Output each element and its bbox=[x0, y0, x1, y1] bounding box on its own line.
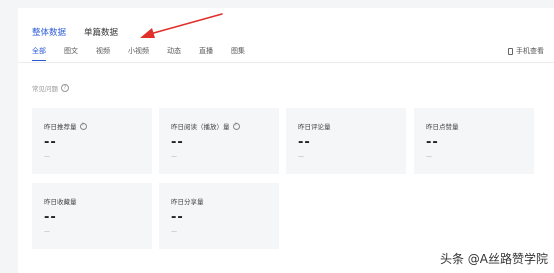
card-comments: 昨日评论量 -- — bbox=[286, 108, 406, 174]
card-label: 昨日收藏量 bbox=[44, 198, 77, 206]
card-value: -- bbox=[171, 210, 184, 225]
card-comparison: — bbox=[44, 153, 50, 160]
card-label: 昨日推荐量 bbox=[44, 123, 77, 131]
tab-video[interactable]: 视频 bbox=[96, 46, 110, 61]
tab-moments[interactable]: 动态 bbox=[167, 46, 181, 61]
card-favorites: 昨日收藏量 -- — bbox=[32, 183, 152, 249]
card-label: 昨日评论量 bbox=[298, 123, 331, 131]
card-label: 昨日分享量 bbox=[171, 198, 204, 206]
tab-live[interactable]: 直播 bbox=[199, 46, 213, 61]
tab-gallery[interactable]: 图集 bbox=[231, 46, 245, 61]
card-value: -- bbox=[298, 135, 311, 150]
card-value: -- bbox=[44, 135, 57, 150]
card-comparison: — bbox=[44, 228, 50, 235]
card-comparison: — bbox=[298, 153, 304, 160]
tab-all[interactable]: 全部 bbox=[32, 46, 46, 61]
data-panel: 整体数据 单篇数据 全部 图文 视频 小视频 动态 直播 图集 手机查看 常见问… bbox=[18, 8, 554, 273]
card-value: -- bbox=[171, 135, 184, 150]
help-icon[interactable]: ? bbox=[232, 122, 240, 130]
card-value: -- bbox=[44, 210, 57, 225]
faq-label: 常见问题 bbox=[32, 85, 58, 93]
tab-single-article-data[interactable]: 单篇数据 bbox=[84, 26, 118, 38]
card-likes: 昨日点赞量 -- — bbox=[414, 108, 534, 174]
mobile-view-button[interactable]: 手机查看 bbox=[508, 46, 544, 56]
card-shares: 昨日分享量 -- — bbox=[159, 183, 279, 249]
tab-image-text[interactable]: 图文 bbox=[64, 46, 78, 61]
faq-title: 常见问题 ? bbox=[32, 83, 69, 93]
card-value: -- bbox=[426, 135, 439, 150]
card-comparison: — bbox=[171, 153, 177, 160]
card-comparison: — bbox=[426, 153, 432, 160]
card-label: 昨日点赞量 bbox=[426, 123, 459, 131]
content-type-tabs: 全部 图文 视频 小视频 动态 直播 图集 bbox=[32, 46, 263, 61]
tabs-divider bbox=[18, 62, 554, 63]
card-comparison: — bbox=[171, 228, 177, 235]
card-label: 昨日阅读（播放）量 bbox=[171, 123, 230, 131]
watermark: 头条 @A丝路赞学院 bbox=[439, 252, 548, 266]
card-reads: 昨日阅读（播放）量 ? -- — bbox=[159, 108, 279, 174]
mobile-view-label: 手机查看 bbox=[516, 47, 544, 55]
help-icon[interactable]: ? bbox=[61, 84, 69, 92]
red-arrow-annotation bbox=[140, 13, 223, 38]
top-tabs: 整体数据 单篇数据 bbox=[32, 26, 118, 38]
tab-overall-data[interactable]: 整体数据 bbox=[32, 26, 66, 38]
help-icon[interactable]: ? bbox=[79, 122, 87, 130]
tab-short-video[interactable]: 小视频 bbox=[128, 46, 149, 61]
phone-icon bbox=[508, 47, 513, 55]
card-recommend: 昨日推荐量 ? -- — bbox=[32, 108, 152, 174]
